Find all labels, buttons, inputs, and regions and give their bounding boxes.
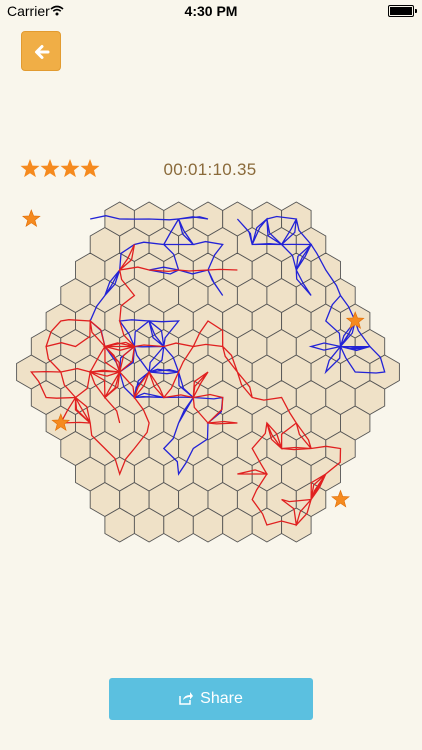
target-star-icon [22, 209, 41, 227]
rating-star-icon [40, 159, 60, 178]
target-star-icon [331, 489, 350, 508]
hex-board[interactable] [0, 190, 422, 560]
rating-star-icon [20, 159, 40, 178]
arrow-left-icon [35, 45, 50, 59]
star-rating [20, 159, 100, 178]
share-button[interactable]: Share [109, 678, 313, 720]
rating-star-icon [80, 159, 100, 178]
rating-star-icon [60, 159, 80, 178]
share-icon [179, 692, 194, 705]
clock: 4:30 PM [184, 3, 238, 19]
game-timer: 00:01:10.35 [163, 160, 257, 179]
battery-icon [388, 5, 417, 17]
back-button[interactable] [21, 31, 61, 71]
status-bar: Carrier 4:30 PM [0, 0, 422, 22]
share-label: Share [200, 690, 243, 707]
